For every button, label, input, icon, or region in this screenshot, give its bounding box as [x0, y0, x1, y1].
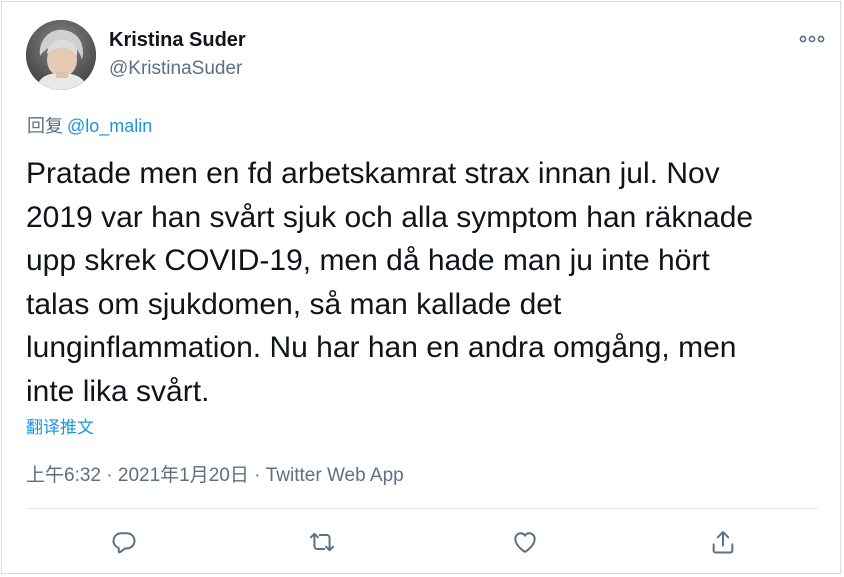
more-icon[interactable] — [798, 30, 826, 48]
avatar-photo — [26, 20, 96, 90]
heart-icon — [514, 532, 536, 553]
tweet-time[interactable]: 上午6:32 — [26, 465, 101, 486]
tweet-source[interactable]: Twitter Web App — [266, 465, 404, 486]
tweet-text-line: Pratade men en fd arbetskamrat strax inn… — [26, 157, 720, 190]
like-button[interactable] — [509, 526, 541, 558]
author-handle[interactable]: @KristinaSuder — [109, 58, 242, 80]
tweet-text: Pratade men en fd arbetskamrat strax inn… — [26, 152, 821, 413]
tweet-date[interactable]: 2021年1月20日 — [118, 465, 249, 486]
reply-button[interactable] — [108, 526, 140, 558]
meta-separator: · — [254, 465, 261, 486]
tweet-text-line: talas om sjukdomen, så man kallade det — [26, 287, 562, 321]
tweet-text-line: upp skrek COVID-19, men då hade man ju i… — [26, 244, 710, 277]
tweet-text-line: lunginflammation. Nu har han en andra om… — [26, 331, 737, 364]
tweet-meta: 上午6:32 · 2021年1月20日 · Twitter Web App — [26, 460, 404, 487]
reply-mention-link[interactable]: @lo_malin — [67, 116, 152, 136]
meta-separator: · — [106, 465, 113, 486]
reply-prefix: 回复 — [27, 116, 63, 136]
tweet-text-line: 2019 var han svårt sjuk och alla symptom… — [26, 200, 754, 234]
author-name[interactable]: Kristina Suder — [109, 29, 246, 52]
retweet-icon — [309, 532, 335, 552]
action-divider — [26, 508, 818, 509]
share-button[interactable] — [707, 526, 739, 558]
avatar[interactable] — [26, 20, 96, 90]
tweet-text-line: inte lika svårt. — [26, 374, 210, 408]
reply-icon — [112, 532, 136, 554]
translate-tweet-link[interactable]: 翻译推文 — [26, 413, 94, 438]
reply-context: 回复 @lo_malin — [27, 112, 152, 138]
tweet-card: Kristina Suder @KristinaSuder 回复 @lo_mali… — [1, 1, 841, 574]
retweet-button[interactable] — [306, 526, 338, 558]
share-icon — [712, 531, 734, 554]
